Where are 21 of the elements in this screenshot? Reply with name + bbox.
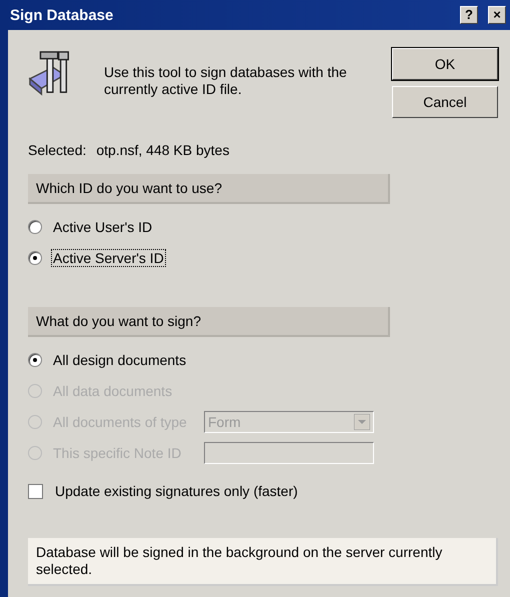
section-heading: What do you want to sign? bbox=[28, 307, 390, 337]
selected-label: Selected: bbox=[28, 142, 86, 158]
radio-button[interactable] bbox=[28, 220, 42, 234]
checkbox[interactable] bbox=[28, 484, 43, 498]
option-label: All design documents bbox=[52, 352, 188, 368]
info-note: Database will be signed in the background on the server currently selected. bbox=[28, 538, 498, 586]
window-title: Sign Database bbox=[9, 6, 114, 24]
option-label: Update existing signatures only (faster) bbox=[54, 483, 299, 499]
help-button[interactable]: ? bbox=[460, 6, 478, 24]
close-button[interactable]: × bbox=[488, 6, 506, 24]
dropdown-arrow-icon bbox=[354, 414, 370, 430]
note-id-field[interactable] bbox=[204, 442, 374, 464]
radio-button[interactable] bbox=[28, 353, 42, 367]
option-label: Active User's ID bbox=[52, 219, 154, 235]
radio-button[interactable] bbox=[28, 251, 42, 265]
selected-value: otp.nsf, 448 KB bytes bbox=[96, 142, 230, 158]
option-label: Active Server's ID bbox=[52, 250, 165, 266]
section-heading: Which ID do you want to use? bbox=[28, 174, 390, 204]
dialog-button[interactable]: OK bbox=[392, 48, 498, 80]
intro-text: Use this tool to sign databases with the currently active ID file. bbox=[104, 64, 348, 98]
dialog-button[interactable]: Cancel bbox=[392, 86, 498, 118]
